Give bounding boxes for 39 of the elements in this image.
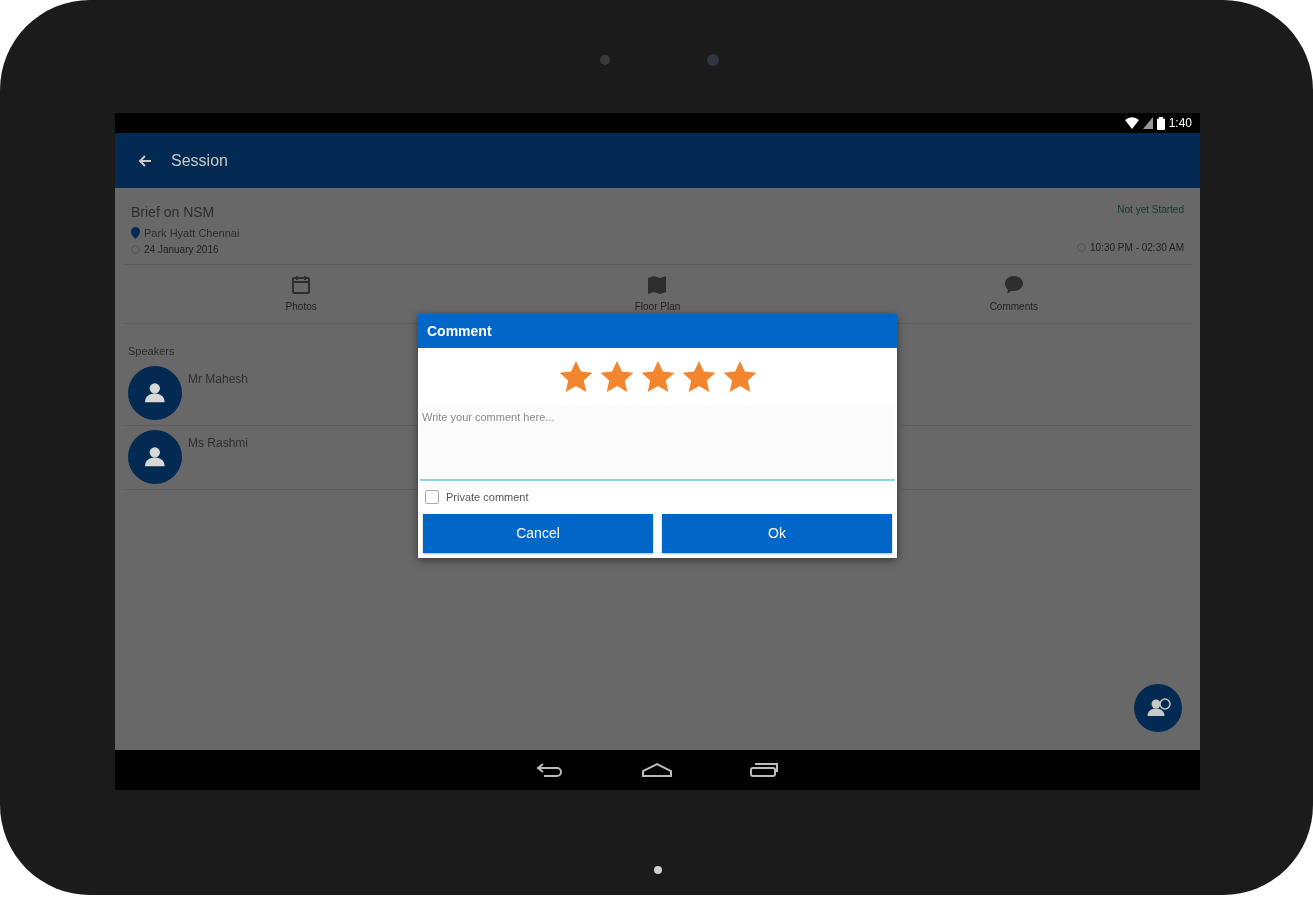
back-nav-button[interactable]	[534, 762, 565, 778]
checkbox-label: Private comment	[446, 490, 529, 505]
back-icon	[534, 762, 565, 778]
back-arrow-icon	[137, 152, 153, 169]
dialog-title: Comment	[427, 321, 492, 341]
dialog-button[interactable]: Ok	[662, 513, 892, 553]
tab[interactable]: Photos	[123, 264, 480, 323]
star-icon[interactable]	[558, 361, 593, 393]
comment-input[interactable]: Write your comment here...	[420, 405, 895, 479]
star-icon[interactable]	[640, 361, 675, 393]
app-bar-title: Session	[171, 150, 228, 171]
recent-apps-icon	[748, 762, 781, 778]
wifi-icon	[1124, 117, 1139, 129]
battery-icon	[1156, 116, 1165, 130]
star-icon[interactable]	[681, 361, 716, 393]
section-heading: Speakers	[128, 344, 175, 357]
recent-apps-button[interactable]	[748, 762, 781, 778]
tab[interactable]: Floor Plan	[479, 264, 836, 323]
session-time: 10:30 PM - 02:30 AM	[1090, 241, 1184, 254]
home-nav-button[interactable]	[639, 762, 674, 778]
location-pin-icon	[131, 227, 140, 240]
star-icon[interactable]	[722, 361, 757, 393]
avatar-icon	[128, 429, 182, 484]
dialog-button[interactable]: Cancel	[423, 513, 653, 553]
session-date: 24 January 2016	[144, 243, 219, 256]
speaker-name: Ms Rashmi	[188, 434, 248, 452]
avatar-icon	[128, 365, 182, 420]
camera-icon	[600, 55, 610, 65]
floating-action-button[interactable]	[1134, 684, 1182, 732]
tab[interactable]: Comments	[835, 264, 1192, 323]
private-checkbox[interactable]	[425, 490, 439, 505]
signal-icon	[1142, 117, 1153, 129]
speaker-name: Mr Mahesh	[188, 370, 249, 388]
status-label: Not yet Started	[1117, 203, 1184, 217]
venue: Park Hyatt Chennai	[144, 226, 240, 241]
clock: 1:40	[1168, 115, 1192, 132]
home-icon	[639, 762, 674, 778]
star-icon[interactable]	[599, 361, 634, 393]
session-title: Brief on NSM	[131, 203, 216, 222]
